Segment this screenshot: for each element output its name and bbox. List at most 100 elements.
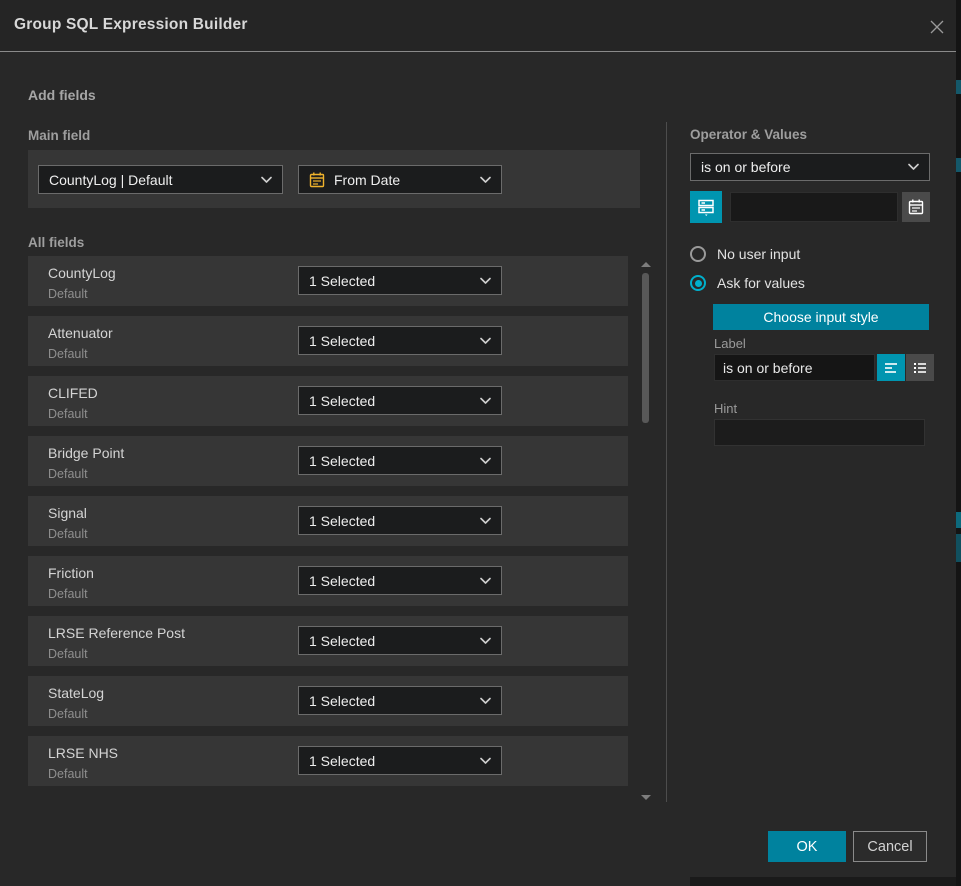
close-button[interactable]: [925, 15, 949, 39]
main-field-select-value: From Date: [334, 172, 472, 188]
field-selection-dropdown[interactable]: 1 Selected: [298, 746, 502, 775]
field-selection-dropdown[interactable]: 1 Selected: [298, 326, 502, 355]
field-row: CLIFED Default 1 Selected: [28, 376, 628, 426]
field-row: Friction Default 1 Selected: [28, 556, 628, 606]
value-set-icon: [697, 198, 715, 216]
no-user-input-radio[interactable]: No user input: [690, 245, 800, 263]
calendar-icon: [908, 199, 924, 215]
chevron-down-icon: [480, 176, 491, 184]
date-picker-button[interactable]: [902, 192, 930, 222]
field-selection-value: 1 Selected: [309, 333, 472, 349]
field-name: CLIFED: [48, 385, 98, 401]
chevron-down-icon: [908, 163, 919, 171]
date-field-calendar-icon: [309, 172, 325, 188]
background-fragment: [956, 534, 961, 562]
value-input-row: [690, 191, 930, 223]
all-fields-heading: All fields: [28, 235, 84, 250]
single-line-style-toggle[interactable]: [877, 354, 905, 381]
field-selection-value: 1 Selected: [309, 453, 472, 469]
label-input[interactable]: [714, 354, 875, 381]
scrollbar-thumb[interactable]: [642, 273, 649, 423]
field-subtitle: Default: [48, 407, 88, 421]
field-selection-dropdown[interactable]: 1 Selected: [298, 626, 502, 655]
chevron-down-icon: [480, 517, 491, 525]
field-selection-dropdown[interactable]: 1 Selected: [298, 566, 502, 595]
field-name: Bridge Point: [48, 445, 124, 461]
radio-unselected-icon: [690, 246, 706, 262]
field-selection-value: 1 Selected: [309, 693, 472, 709]
field-subtitle: Default: [48, 707, 88, 721]
hint-input[interactable]: [714, 419, 925, 446]
field-subtitle: Default: [48, 287, 88, 301]
field-selection-value: 1 Selected: [309, 753, 472, 769]
chevron-down-icon: [480, 637, 491, 645]
add-fields-heading: Add fields: [28, 87, 96, 103]
dialog-header: Group SQL Expression Builder: [0, 0, 956, 52]
layer-select-value: CountyLog | Default: [49, 172, 253, 188]
field-row: CountyLog Default 1 Selected: [28, 256, 628, 306]
panel-divider: [666, 122, 667, 802]
field-selection-dropdown[interactable]: 1 Selected: [298, 446, 502, 475]
choose-input-style-button[interactable]: Choose input style: [713, 304, 929, 330]
ok-button[interactable]: OK: [768, 831, 846, 862]
operator-values-heading: Operator & Values: [690, 127, 807, 142]
background-fragment: [956, 80, 961, 94]
value-input[interactable]: [730, 192, 898, 222]
scroll-up-arrow-icon[interactable]: [641, 262, 651, 267]
field-name: Signal: [48, 505, 87, 521]
background-fragment: [956, 512, 961, 528]
dialog-title: Group SQL Expression Builder: [14, 16, 248, 34]
chevron-down-icon: [480, 397, 491, 405]
chevron-down-icon: [261, 176, 272, 184]
field-selection-dropdown[interactable]: 1 Selected: [298, 686, 502, 715]
field-name: Friction: [48, 565, 94, 581]
background-fragment: [956, 158, 961, 172]
field-selection-dropdown[interactable]: 1 Selected: [298, 506, 502, 535]
group-sql-expression-builder-dialog: Group SQL Expression Builder Add fields …: [0, 0, 956, 886]
list-icon: [912, 361, 928, 375]
all-fields-list: CountyLog Default 1 Selected Attenuator …: [28, 256, 628, 796]
scroll-down-arrow-icon[interactable]: [641, 795, 651, 800]
radio-selected-icon: [690, 275, 706, 291]
field-selection-value: 1 Selected: [309, 633, 472, 649]
operator-select[interactable]: is on or before: [690, 153, 930, 181]
ask-for-values-label: Ask for values: [717, 275, 805, 291]
field-name: CountyLog: [48, 265, 116, 281]
field-selection-dropdown[interactable]: 1 Selected: [298, 386, 502, 415]
field-name: LRSE Reference Post: [48, 625, 185, 641]
field-row: Signal Default 1 Selected: [28, 496, 628, 546]
background-app-right-edge: [956, 0, 961, 886]
field-subtitle: Default: [48, 587, 88, 601]
field-name: Attenuator: [48, 325, 113, 341]
operator-select-value: is on or before: [701, 159, 900, 175]
field-selection-value: 1 Selected: [309, 513, 472, 529]
ask-for-values-radio[interactable]: Ask for values: [690, 274, 805, 292]
chevron-down-icon: [480, 577, 491, 585]
field-name: StateLog: [48, 685, 104, 701]
main-field-heading: Main field: [28, 128, 90, 143]
field-name: LRSE NHS: [48, 745, 118, 761]
list-scrollbar[interactable]: [639, 258, 653, 802]
field-row: Attenuator Default 1 Selected: [28, 316, 628, 366]
field-selection-value: 1 Selected: [309, 573, 472, 589]
field-row: StateLog Default 1 Selected: [28, 676, 628, 726]
chevron-down-icon: [480, 337, 491, 345]
list-style-toggle[interactable]: [906, 354, 934, 381]
background-app-bottom-edge: [690, 877, 956, 886]
chevron-down-icon: [480, 457, 491, 465]
label-caption: Label: [714, 336, 746, 351]
layer-select[interactable]: CountyLog | Default: [38, 165, 283, 194]
chevron-down-icon: [480, 697, 491, 705]
value-type-button[interactable]: [690, 191, 722, 223]
field-selection-dropdown[interactable]: 1 Selected: [298, 266, 502, 295]
chevron-down-icon: [480, 757, 491, 765]
cancel-button[interactable]: Cancel: [853, 831, 927, 862]
field-row: LRSE NHS Default 1 Selected: [28, 736, 628, 786]
field-subtitle: Default: [48, 647, 88, 661]
main-field-select[interactable]: From Date: [298, 165, 502, 194]
field-selection-value: 1 Selected: [309, 273, 472, 289]
align-left-icon: [883, 361, 899, 375]
close-icon: [928, 18, 946, 36]
no-user-input-label: No user input: [717, 246, 800, 262]
main-field-panel: CountyLog | Default From Date: [28, 150, 640, 208]
